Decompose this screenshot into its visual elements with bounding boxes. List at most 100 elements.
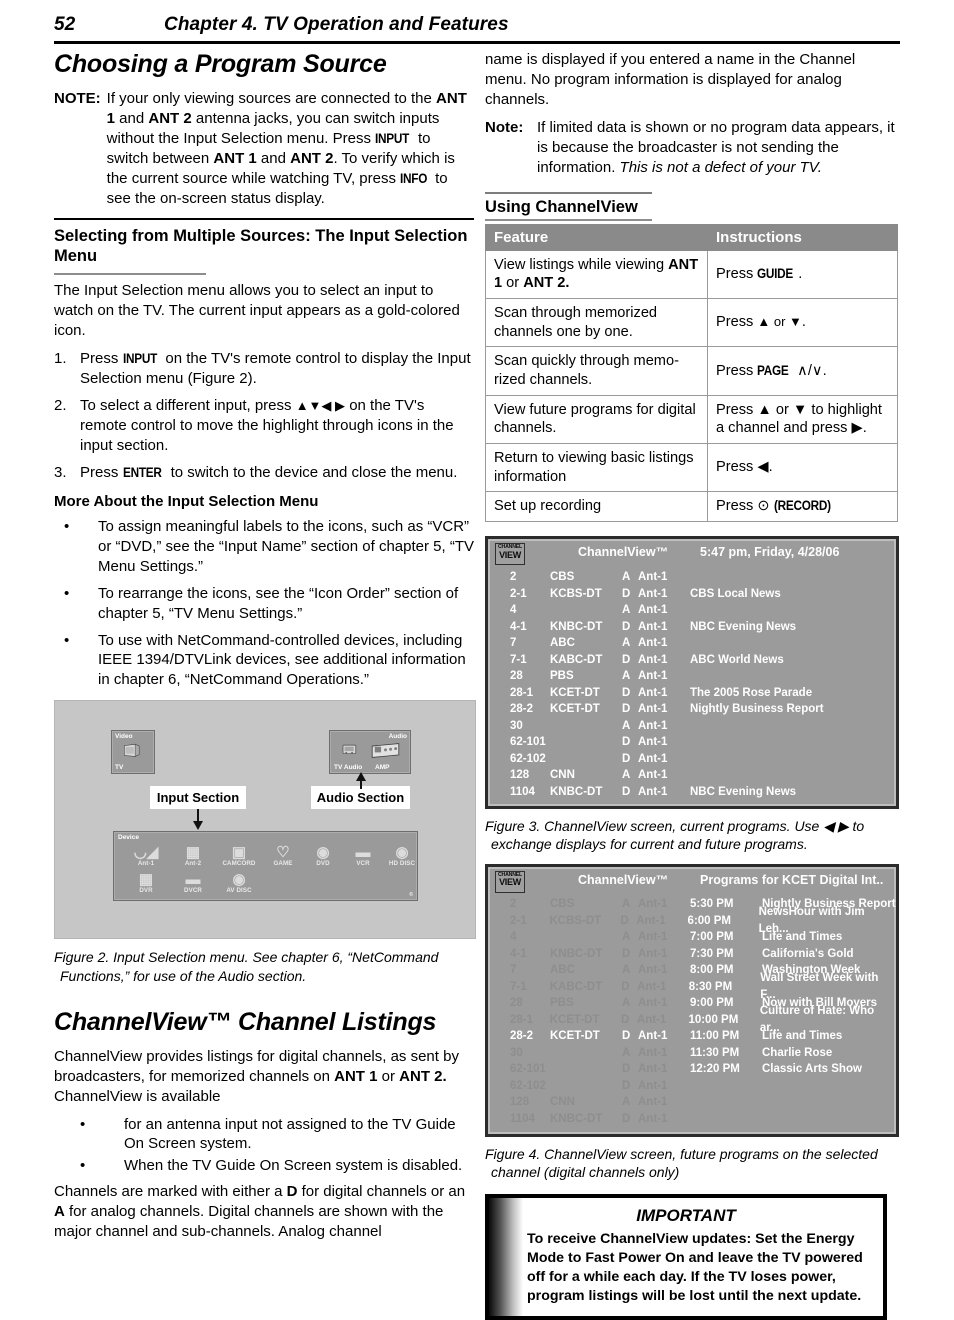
program-time: 8:30 PM bbox=[688, 980, 733, 993]
channel-number: 28 bbox=[510, 997, 523, 1010]
channel-type: A bbox=[622, 769, 631, 781]
channel-antenna: Ant-1 bbox=[638, 898, 668, 911]
program-title: The 2005 Rose Parade bbox=[690, 686, 813, 699]
page-number: 52 bbox=[54, 14, 76, 35]
channel-type: A bbox=[622, 1046, 631, 1059]
arrow-up-icon bbox=[356, 772, 366, 782]
antenna-icon: ◡◢ bbox=[133, 844, 159, 862]
channel-row: 128 CNN A Ant-1 bbox=[488, 1095, 896, 1112]
table-row: View listings while viewing ANT 1 or ANT… bbox=[485, 249, 898, 300]
channel-callsign: KABC-DT bbox=[549, 980, 603, 993]
feature-cell: Scan quickly through memo-rized channels… bbox=[485, 346, 708, 396]
instruction-cell: Press ▲ or ▼ to highlight a channel and … bbox=[707, 394, 898, 445]
channel-antenna: Ant-1 bbox=[638, 964, 668, 977]
channel-number: 62-101 bbox=[510, 736, 546, 748]
list-item: • To use with NetCommand-controlled devic… bbox=[54, 631, 474, 691]
channel-type: D bbox=[621, 980, 630, 993]
using-channelview-rule bbox=[485, 191, 652, 194]
channel-row: 62-101 D Ant-1 12:20 PM Classic Arts Show bbox=[488, 1062, 896, 1079]
channel-type: D bbox=[622, 1079, 631, 1092]
dvcr-icon: ▬ bbox=[185, 871, 201, 889]
channel-number: 28-1 bbox=[510, 686, 534, 699]
channel-type: D bbox=[622, 785, 631, 798]
feature-cell: View future programs for digital channel… bbox=[485, 394, 708, 445]
figure-2-caption: Figure 2. Input Selection menu. See chap… bbox=[54, 949, 439, 984]
channel-number: 7-1 bbox=[510, 653, 527, 666]
channel-antenna: Ant-1 bbox=[638, 670, 668, 682]
channel-callsign: KNBC-DT bbox=[550, 1112, 603, 1125]
channel-callsign: CBS bbox=[550, 898, 575, 911]
dvr-icon: ▦ bbox=[138, 871, 154, 889]
left-column: Choosing a Program Source NOTE: If your … bbox=[54, 50, 476, 1250]
list-item: • To assign meaningful labels to the icon… bbox=[54, 517, 474, 577]
channel-type: D bbox=[622, 703, 631, 715]
tv-icon bbox=[124, 744, 140, 758]
program-time: 9:00 PM bbox=[690, 997, 734, 1010]
instruction-cell: Press ⊙ (RECORD) bbox=[707, 491, 898, 523]
channel-row: 1104 KNBC-DT D Ant-1 NBC Evening News bbox=[488, 784, 896, 801]
channel-number: 128 bbox=[510, 769, 530, 781]
program-title: Classic Arts Show bbox=[762, 1063, 862, 1076]
channel-number: 2 bbox=[510, 898, 517, 911]
more-about-bullets: • To assign meaningful labels to the icon… bbox=[54, 517, 474, 691]
program-time: 5:30 PM bbox=[690, 898, 734, 911]
feature-cell: View listings while viewing ANT 1 or ANT… bbox=[485, 249, 708, 300]
program-time: 10:00 PM bbox=[688, 1013, 739, 1026]
channel-type: A bbox=[622, 898, 631, 911]
header-rule bbox=[54, 41, 900, 44]
channel-callsign: KCET-DT bbox=[550, 703, 600, 715]
program-time: 12:20 PM bbox=[690, 1063, 740, 1076]
channel-number: 4-1 bbox=[510, 620, 527, 633]
bullet-icon: • bbox=[80, 1157, 86, 1175]
figure-3-channelview-current: CHANNEL VIEW ChannelView™ 5:47 pm, Frida… bbox=[485, 536, 899, 810]
channel-list: 2 CBS A Ant-1 5:30 PM Nightly Business Report… bbox=[488, 897, 896, 1134]
channel-number: 2-1 bbox=[510, 914, 527, 927]
device-icon-dvd: ◉ DVD bbox=[300, 845, 346, 868]
important-box: IMPORTANT To receive ChannelView updates… bbox=[485, 1193, 887, 1320]
table-row: Set up recording Press ⊙ (RECORD) bbox=[485, 491, 898, 523]
channel-type: A bbox=[622, 637, 631, 649]
figure-4-channelview-future: CHANNEL VIEW ChannelView™ Programs for K… bbox=[485, 863, 899, 1137]
channel-row: 4 A Ant-1 bbox=[488, 602, 896, 619]
program-title: Charlie Rose bbox=[762, 1046, 833, 1059]
dpad-arrows-icon: ▲▼◀ ▶ bbox=[295, 398, 346, 414]
tv-audio-icon bbox=[342, 745, 357, 755]
channel-row: 2-1 KCBS-DT D Ant-1 6:00 PM NewsHour with Jim… bbox=[488, 906, 896, 935]
channel-list: 2 CBS A Ant-1 2-1 KCBS-DT D Ant-1 CBS Local News… bbox=[488, 569, 896, 806]
channel-callsign: CBS bbox=[550, 571, 575, 583]
channel-antenna: Ant-1 bbox=[638, 571, 668, 583]
channel-number: 1104 bbox=[510, 1112, 535, 1125]
channelview-logo-icon: CHANNEL VIEW bbox=[495, 543, 525, 566]
list-item: • When the TV Guide On Screen system is d… bbox=[54, 1156, 474, 1176]
channel-callsign: PBS bbox=[550, 670, 574, 682]
channel-number: 62-102 bbox=[510, 752, 546, 765]
channel-antenna: Ant-1 bbox=[638, 769, 668, 781]
channel-number: 62-102 bbox=[510, 1079, 546, 1092]
channelview-intro: ChannelView provides listings for digita… bbox=[54, 1047, 459, 1105]
figure-3-caption: Figure 3. ChannelView screen, current pr… bbox=[485, 818, 865, 853]
channel-type: D bbox=[622, 752, 631, 765]
channel-row: 28-1 KCET-DT D Ant-1 10:00 PM Culture of Hate… bbox=[488, 1005, 896, 1034]
instruction-cell: Press ◀. bbox=[707, 443, 898, 493]
channel-callsign: KCET-DT bbox=[550, 1030, 600, 1043]
channel-type: A bbox=[622, 931, 631, 944]
program-title: NBC Evening News bbox=[690, 785, 797, 798]
audio-section-callout: Audio Section bbox=[311, 786, 410, 810]
channel-type: A bbox=[622, 719, 631, 732]
channel-row: 128 CNN A Ant-1 bbox=[488, 767, 896, 784]
disc-icon: ◉ bbox=[232, 871, 246, 889]
channel-number: 2-1 bbox=[510, 587, 527, 600]
figure-4-caption: Figure 4. ChannelView screen, future pro… bbox=[485, 1145, 878, 1180]
channel-row: 28 PBS A Ant-1 bbox=[488, 668, 896, 685]
updown-arrows-icon: ▲ or ▼ bbox=[757, 314, 802, 330]
table-row: View future programs for digital channel… bbox=[485, 394, 898, 445]
list-item: • for an antenna input not assigned to th… bbox=[54, 1115, 474, 1155]
video-tile: Video TV bbox=[111, 730, 155, 775]
device-icon-ant-1: ◡◢ Ant-1 bbox=[120, 844, 172, 868]
channel-type: A bbox=[622, 997, 631, 1010]
tv-screen-title: ChannelView™ bbox=[578, 872, 669, 887]
channel-antenna: Ant-1 bbox=[638, 1030, 668, 1043]
program-title: CBS Local News bbox=[690, 587, 781, 600]
tv-header: CHANNEL VIEW ChannelView™ Programs for K… bbox=[488, 867, 896, 897]
channel-type: D bbox=[620, 914, 629, 927]
